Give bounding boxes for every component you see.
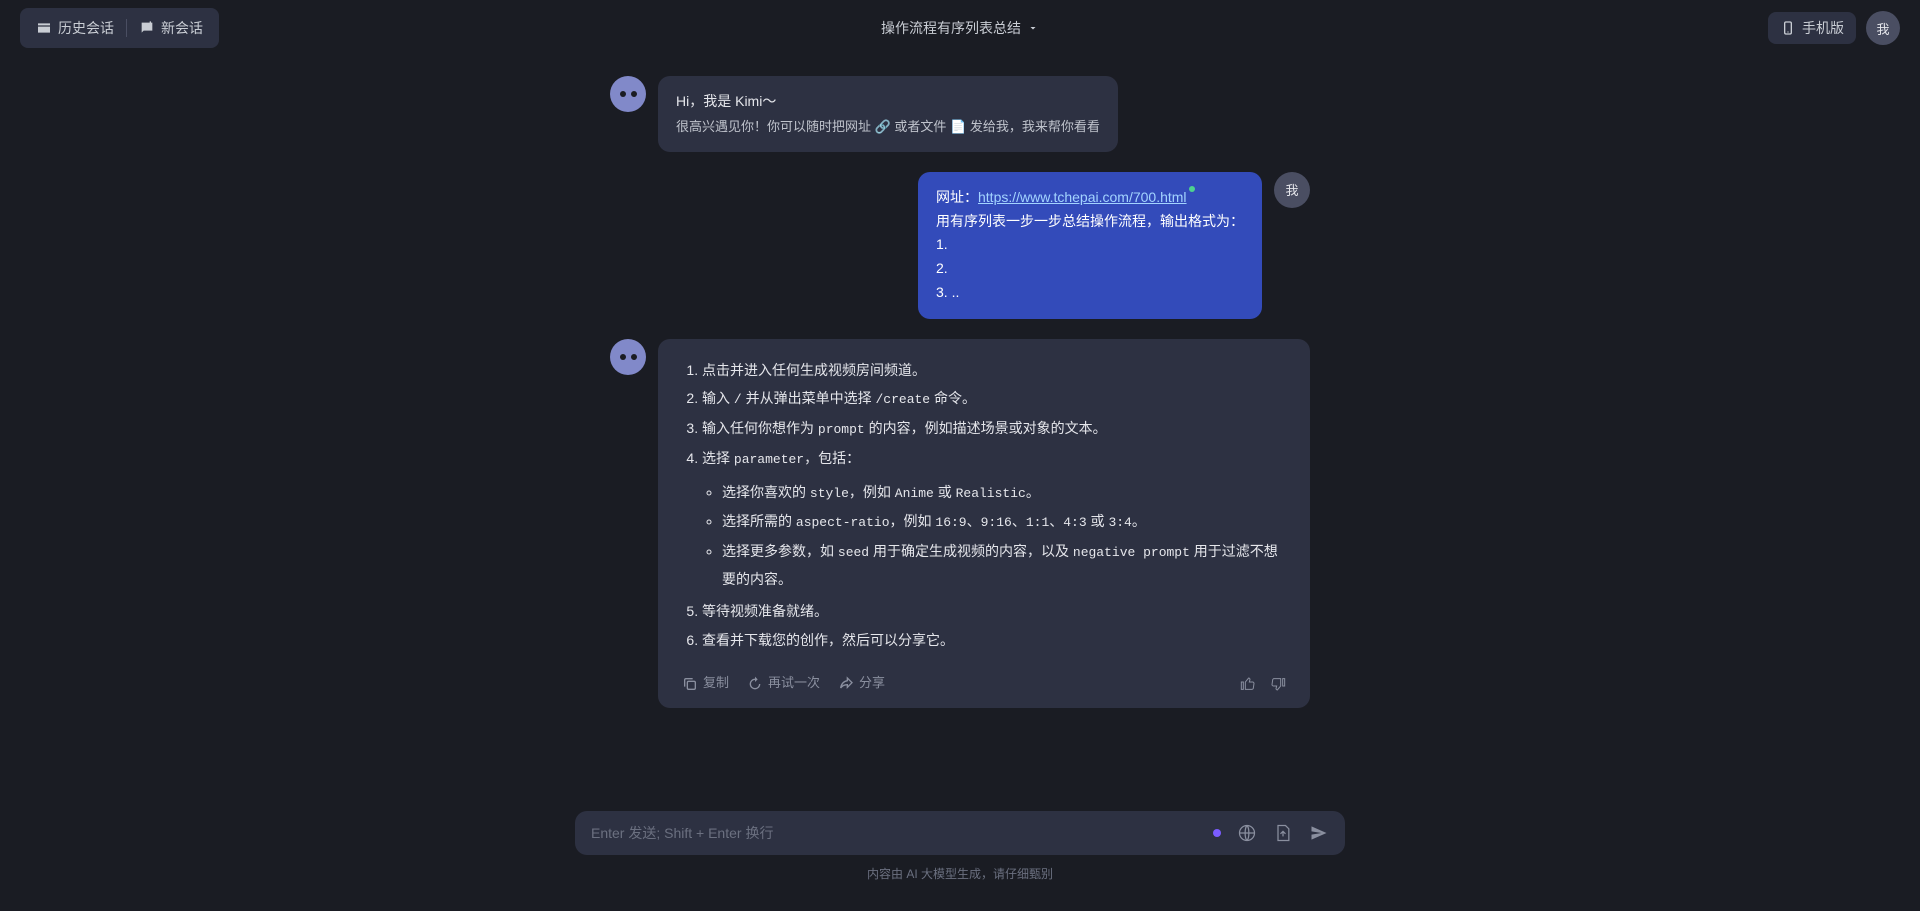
mobile-label: 手机版 bbox=[1802, 18, 1844, 38]
chevron-down-icon bbox=[1027, 22, 1039, 34]
title-dropdown[interactable]: 操作流程有序列表总结 bbox=[881, 18, 1039, 38]
user-bubble: 网址：https://www.tchepai.com/700.html 用有序列… bbox=[918, 172, 1262, 319]
send-button[interactable] bbox=[1309, 823, 1329, 843]
list-item: 输入 / 并从弹出菜单中选择 /create 命令。 bbox=[702, 385, 1286, 413]
user-body-line4: 3. .. bbox=[936, 281, 1244, 305]
list-item: 等待视频准备就绪。 bbox=[702, 598, 1286, 625]
list-item: 查看并下载您的创作，然后可以分享它。 bbox=[702, 627, 1286, 654]
assistant-response-row: 点击并进入任何生成视频房间频道。 输入 / 并从弹出菜单中选择 /create … bbox=[610, 339, 1310, 708]
thumbs-down-button[interactable] bbox=[1270, 676, 1286, 692]
history-button[interactable]: 历史会话 bbox=[24, 12, 126, 44]
bot-eyes-icon bbox=[620, 91, 637, 97]
history-icon bbox=[36, 20, 52, 36]
share-button[interactable]: 分享 bbox=[838, 671, 885, 696]
new-chat-icon bbox=[139, 20, 155, 36]
user-url-line: 网址：https://www.tchepai.com/700.html bbox=[936, 186, 1244, 210]
list-item: 选择所需的 aspect-ratio，例如 16:9、9:16、1:1、4:3 … bbox=[722, 508, 1286, 536]
send-icon bbox=[1309, 823, 1329, 843]
feedback-group bbox=[1240, 676, 1286, 692]
retry-icon bbox=[747, 676, 763, 692]
response-sub-list: 选择你喜欢的 style，例如 Anime 或 Realistic。 选择所需的… bbox=[702, 479, 1286, 593]
response-actions: 复制 再试一次 分享 bbox=[682, 671, 1286, 696]
user-body-line1: 用有序列表一步一步总结操作流程，输出格式为： bbox=[936, 210, 1244, 234]
greeting-line2: 很高兴遇见你！你可以随时把网址 🔗 或者文件 📄 发给我，我来帮你看看 bbox=[676, 116, 1100, 138]
input-box bbox=[575, 811, 1345, 855]
response-bubble: 点击并进入任何生成视频房间频道。 输入 / 并从弹出菜单中选择 /create … bbox=[658, 339, 1310, 708]
bot-avatar bbox=[610, 339, 646, 375]
history-label: 历史会话 bbox=[58, 18, 114, 38]
thumbs-up-button[interactable] bbox=[1240, 676, 1256, 692]
new-chat-label: 新会话 bbox=[161, 18, 203, 38]
chat-inner: Hi，我是 Kimi～ 很高兴遇见你！你可以随时把网址 🔗 或者文件 📄 发给我… bbox=[610, 56, 1310, 748]
web-search-button[interactable] bbox=[1237, 823, 1257, 843]
new-chat-button[interactable]: 新会话 bbox=[127, 12, 215, 44]
user-avatar[interactable]: 我 bbox=[1866, 11, 1900, 45]
thumbs-up-icon bbox=[1240, 676, 1256, 692]
disclaimer-text: 内容由 AI 大模型生成，请仔细甄别 bbox=[867, 865, 1053, 882]
list-item: 选择 parameter，包括： 选择你喜欢的 style，例如 Anime 或… bbox=[702, 445, 1286, 592]
greeting-line1: Hi，我是 Kimi～ bbox=[676, 90, 1100, 114]
response-ordered-list: 点击并进入任何生成视频房间频道。 输入 / 并从弹出菜单中选择 /create … bbox=[682, 357, 1286, 654]
page-title: 操作流程有序列表总结 bbox=[881, 18, 1021, 38]
greeting-bubble: Hi，我是 Kimi～ 很高兴遇见你！你可以随时把网址 🔗 或者文件 📄 发给我… bbox=[658, 76, 1118, 152]
copy-button[interactable]: 复制 bbox=[682, 671, 729, 696]
user-body-line3: 2. bbox=[936, 257, 1244, 281]
avatar-text: 我 bbox=[1876, 19, 1889, 38]
mobile-button[interactable]: 手机版 bbox=[1768, 12, 1856, 44]
chat-area: Hi，我是 Kimi～ 很高兴遇见你！你可以随时把网址 🔗 或者文件 📄 发给我… bbox=[0, 56, 1920, 811]
list-item: 选择你喜欢的 style，例如 Anime 或 Realistic。 bbox=[722, 479, 1286, 507]
top-left-group: 历史会话 新会话 bbox=[20, 8, 219, 48]
list-item: 输入任何你想作为 prompt 的内容，例如描述场景或对象的文本。 bbox=[702, 415, 1286, 443]
copy-icon bbox=[682, 676, 698, 692]
user-body-line2: 1. bbox=[936, 233, 1244, 257]
top-bar: 历史会话 新会话 操作流程有序列表总结 手机版 我 bbox=[0, 0, 1920, 56]
message-input[interactable] bbox=[591, 825, 1199, 841]
globe-icon bbox=[1237, 823, 1257, 843]
user-avatar-small: 我 bbox=[1274, 172, 1310, 208]
share-icon bbox=[838, 676, 854, 692]
list-item: 选择更多参数，如 seed 用于确定生成视频的内容，以及 negative pr… bbox=[722, 538, 1286, 592]
user-url-link[interactable]: https://www.tchepai.com/700.html bbox=[978, 189, 1187, 205]
thumbs-down-icon bbox=[1270, 676, 1286, 692]
retry-button[interactable]: 再试一次 bbox=[747, 671, 820, 696]
mobile-icon bbox=[1780, 20, 1796, 36]
input-icons bbox=[1213, 823, 1329, 843]
bot-avatar bbox=[610, 76, 646, 112]
top-right-group: 手机版 我 bbox=[1768, 11, 1900, 45]
loading-indicator bbox=[1213, 829, 1221, 837]
list-item: 点击并进入任何生成视频房间频道。 bbox=[702, 357, 1286, 384]
link-status-dot bbox=[1189, 186, 1195, 192]
file-upload-icon bbox=[1273, 823, 1293, 843]
assistant-greeting-row: Hi，我是 Kimi～ 很高兴遇见你！你可以随时把网址 🔗 或者文件 📄 发给我… bbox=[610, 76, 1310, 152]
bot-eyes-icon bbox=[620, 354, 637, 360]
user-message-row: 网址：https://www.tchepai.com/700.html 用有序列… bbox=[610, 172, 1310, 319]
attach-file-button[interactable] bbox=[1273, 823, 1293, 843]
input-area: 内容由 AI 大模型生成，请仔细甄别 bbox=[0, 811, 1920, 911]
